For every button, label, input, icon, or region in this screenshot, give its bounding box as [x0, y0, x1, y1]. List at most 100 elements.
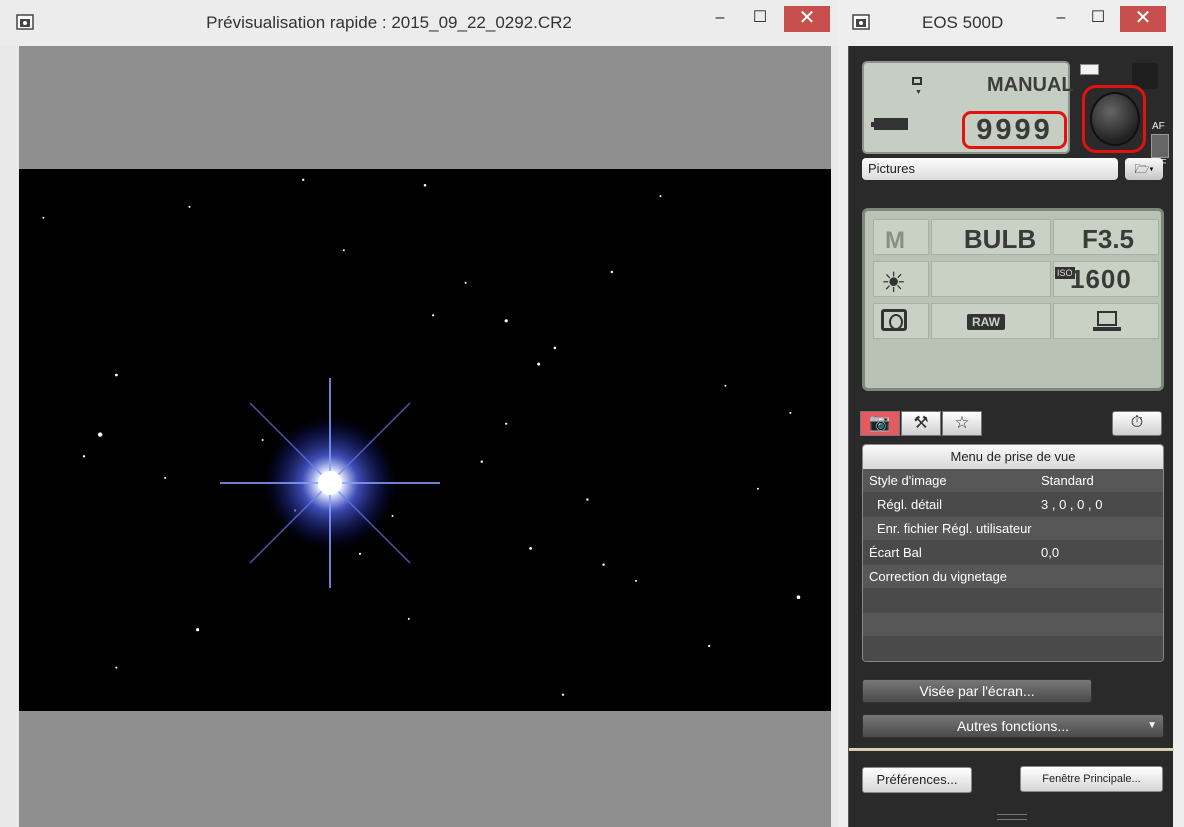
white-balance-icon: ☀ — [881, 267, 907, 298]
menu-item-label: Enr. fichier Régl. utilisateur — [877, 521, 1032, 536]
metering-icon — [881, 309, 907, 331]
destination-folder-field[interactable]: Pictures — [862, 158, 1118, 180]
menu-item-label: Correction du vignetage — [869, 569, 1008, 584]
shutter-area: AF MF — [1076, 61, 1169, 169]
shutter-speed: BULB — [963, 224, 1037, 254]
divider — [849, 748, 1174, 751]
menu-list: Style d'image Standard Régl. détail 3 , 0 … — [863, 469, 1163, 661]
other-functions-button[interactable]: Autres fonctions... ▼ — [862, 714, 1164, 738]
status-lcd: ▼ MANUAL 9999 — [862, 61, 1074, 154]
menu-item-value: 0,0 — [1041, 545, 1060, 560]
star — [423, 184, 427, 187]
menu-item-label: Écart Bal — [869, 545, 922, 560]
star — [115, 666, 118, 669]
star — [480, 460, 483, 463]
star — [98, 432, 103, 437]
af-mf-switch[interactable] — [1151, 134, 1169, 158]
minimize-button[interactable]: – — [1046, 6, 1076, 32]
maximize-button[interactable]: ☐ — [1083, 6, 1113, 32]
star — [302, 178, 305, 181]
star — [82, 455, 86, 458]
star — [407, 617, 410, 620]
menu-item[interactable]: Écart Bal 0,0 — [863, 541, 1163, 565]
timer-button[interactable]: ⏱ — [1112, 411, 1162, 436]
camera-titlebar[interactable]: EOS 500D – ☐ ✕ — [838, 0, 1184, 46]
folder-button[interactable]: 🗁▾ — [1125, 158, 1163, 180]
star — [553, 346, 557, 350]
star — [635, 579, 638, 582]
aperture: F3.5 — [1081, 224, 1135, 254]
star — [537, 362, 541, 366]
star — [529, 547, 532, 550]
drive-arrow-icon: ▼ — [915, 89, 922, 96]
star — [432, 314, 435, 317]
menu-item — [863, 637, 1163, 661]
image-quality: RAW — [967, 314, 1005, 330]
star — [756, 487, 759, 490]
shots-remaining: 9999 — [962, 111, 1067, 149]
star — [164, 476, 167, 479]
drive-mode-icon — [912, 77, 922, 85]
star — [708, 644, 711, 648]
tab-tools[interactable]: ⚒ — [901, 411, 941, 436]
menu-item — [863, 589, 1163, 613]
star — [796, 595, 801, 599]
star — [724, 384, 727, 387]
menu-item[interactable]: Style d'image Standard — [863, 469, 1163, 493]
shooting-menu: Menu de prise de vue Style d'image Standa… — [862, 444, 1164, 662]
exposure-cell[interactable] — [931, 261, 1051, 297]
close-button[interactable]: ✕ — [784, 6, 830, 32]
camera-title: EOS 500D — [922, 13, 1004, 32]
mode-letter: M — [885, 227, 905, 254]
star — [196, 628, 200, 632]
menu-item[interactable]: Correction du vignetage — [863, 565, 1163, 589]
star — [42, 216, 45, 219]
camera-window: EOS 500D – ☐ ✕ ▼ MANUAL 9999 AF MF Pictu… — [838, 0, 1184, 827]
battery-icon — [871, 118, 908, 130]
camera-control-panel: ▼ MANUAL 9999 AF MF Pictures 🗁▾ — [848, 46, 1174, 827]
background-stars — [42, 178, 801, 696]
star — [261, 439, 264, 441]
star — [610, 270, 613, 274]
shutter-button[interactable] — [1090, 92, 1140, 146]
menu-item — [863, 613, 1163, 637]
star — [115, 373, 118, 377]
menu-item-label: Style d'image — [869, 473, 947, 488]
star — [659, 195, 662, 198]
preview-window: Prévisualisation rapide : 2015_09_22_029… — [0, 0, 838, 827]
maximize-button[interactable]: ☐ — [745, 6, 775, 32]
star — [789, 411, 792, 414]
iso-value: 1600 — [1070, 264, 1132, 294]
close-button[interactable]: ✕ — [1120, 6, 1166, 32]
preview-titlebar[interactable]: Prévisualisation rapide : 2015_09_22_029… — [0, 0, 838, 46]
tab-favorites[interactable]: ☆ — [942, 411, 982, 436]
star — [505, 422, 508, 425]
af-label: AF — [1152, 121, 1165, 132]
shooting-mode: MANUAL — [987, 74, 1074, 96]
preferences-button[interactable]: Préférences... — [862, 767, 972, 793]
star — [464, 281, 467, 284]
main-window-button[interactable]: Fenêtre Principale... — [1020, 766, 1163, 792]
tab-camera[interactable]: 📷 — [860, 411, 900, 436]
image-viewport[interactable] — [19, 46, 831, 827]
star — [586, 498, 589, 501]
minimize-button[interactable]: – — [705, 6, 735, 32]
star-image — [19, 169, 831, 711]
menu-item-value: Standard — [1041, 473, 1094, 488]
app-window-icon — [852, 14, 870, 30]
menu-item[interactable]: Régl. détail 3 , 0 , 0 , 0 — [863, 493, 1163, 517]
settings-lcd: M BULB F3.5 ☀ ISO 1600 RAW — [862, 208, 1164, 391]
star — [602, 563, 605, 566]
star — [188, 205, 191, 208]
live-view-button[interactable]: Visée par l'écran... — [862, 679, 1092, 703]
screen-toggle-icon[interactable] — [1080, 64, 1099, 75]
star — [342, 249, 345, 252]
menu-item-label: Régl. détail — [877, 497, 943, 512]
resize-grip-icon[interactable] — [997, 814, 1027, 820]
star — [358, 552, 362, 555]
star — [504, 319, 508, 323]
menu-item[interactable]: Enr. fichier Régl. utilisateur — [863, 517, 1163, 541]
menu-header: Menu de prise de vue — [863, 445, 1163, 469]
computer-icon — [1093, 311, 1121, 331]
menu-item-value: 3 , 0 , 0 , 0 — [1041, 497, 1103, 512]
